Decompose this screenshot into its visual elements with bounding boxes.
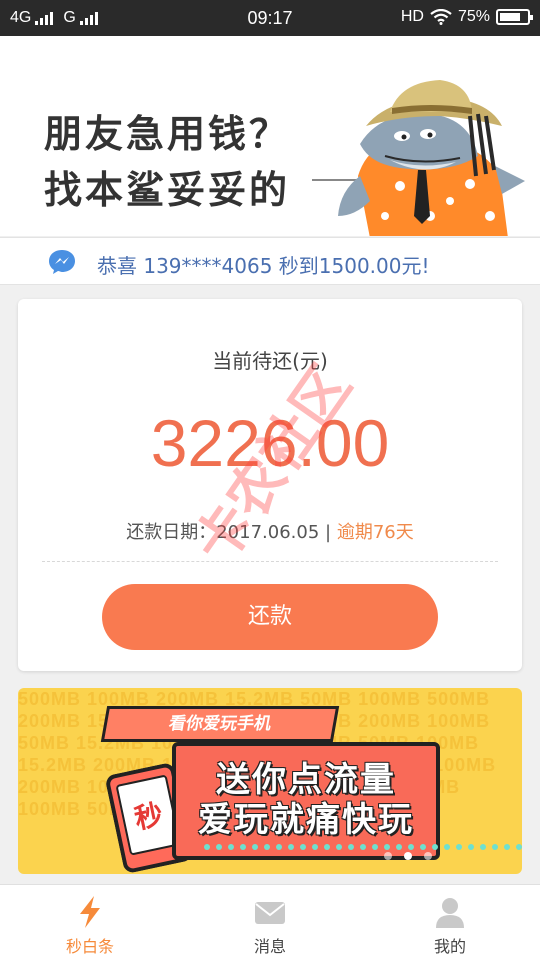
status-right: HD 75% — [400, 8, 533, 26]
promo-line-2: 爱玩就痛快玩 — [198, 800, 414, 840]
nav-label: 我的 — [433, 937, 466, 956]
promo-dots-decoration — [204, 844, 522, 850]
lightning-icon — [80, 896, 100, 928]
overdue-badge: 逾期76天 — [336, 522, 414, 543]
wifi-icon — [430, 9, 452, 25]
pending-label: 当前待还(元) — [212, 349, 328, 373]
card-divider — [42, 561, 498, 562]
ticker-text: 恭喜 139****4065 秒到1500.00元! — [97, 254, 430, 278]
pending-amount: 3226.00 — [150, 406, 390, 480]
nav-item-messages[interactable]: 消息 — [180, 885, 360, 960]
announcement-ticker: 恭喜 139****4065 秒到1500.00元! — [0, 237, 540, 285]
due-date-row: 还款日期：2017.06.05 | 逾期76天 — [18, 518, 522, 544]
promo-banner[interactable]: 朋友急用钱？ 找本鲨妥妥的 — [0, 36, 540, 236]
carousel-indicator — [384, 852, 432, 860]
due-date-label: 还款日期： — [126, 522, 217, 543]
data-promo-banner[interactable]: 500MB 100MB 200MB 15.2MB 50MB 100MB 500M… — [18, 688, 522, 874]
banner-title: 朋友急用钱？ 找本鲨妥妥的 — [44, 106, 290, 218]
shark-mascot-icon — [338, 80, 525, 236]
due-date-value: 2017.06.05 — [216, 522, 320, 543]
message-bubble-icon — [49, 250, 75, 274]
nav-label: 秒白条 — [65, 937, 114, 956]
promo-tag: 看你爱玩手机 — [100, 706, 340, 742]
repayment-card: 当前待还(元) 3226.00 还款日期：2017.06.05 | 逾期76天 … — [18, 299, 522, 671]
status-bar: 4G G 09:17 HD 75% — [0, 0, 540, 36]
envelope-icon — [255, 902, 285, 924]
nav-label: 消息 — [253, 937, 286, 956]
banner-line-2: 找本鲨妥妥的 — [44, 167, 291, 212]
nav-item-miaobaitiao[interactable]: 秒白条 — [0, 885, 180, 960]
battery-percent: 75% — [457, 8, 490, 25]
bottom-navigation: 秒白条 消息 我的 — [0, 884, 540, 960]
nav-item-mine[interactable]: 我的 — [360, 885, 540, 960]
banner-line-1: 朋友急用钱？ — [44, 111, 291, 156]
user-icon — [436, 898, 464, 928]
repay-button[interactable]: 还款 — [102, 584, 438, 650]
promo-main-box: 送你点流量 爱玩就痛快玩 — [172, 742, 522, 860]
battery-icon — [496, 9, 533, 25]
due-separator: | — [325, 522, 332, 543]
hd-label: HD — [400, 8, 424, 25]
battery-fill — [500, 13, 520, 21]
